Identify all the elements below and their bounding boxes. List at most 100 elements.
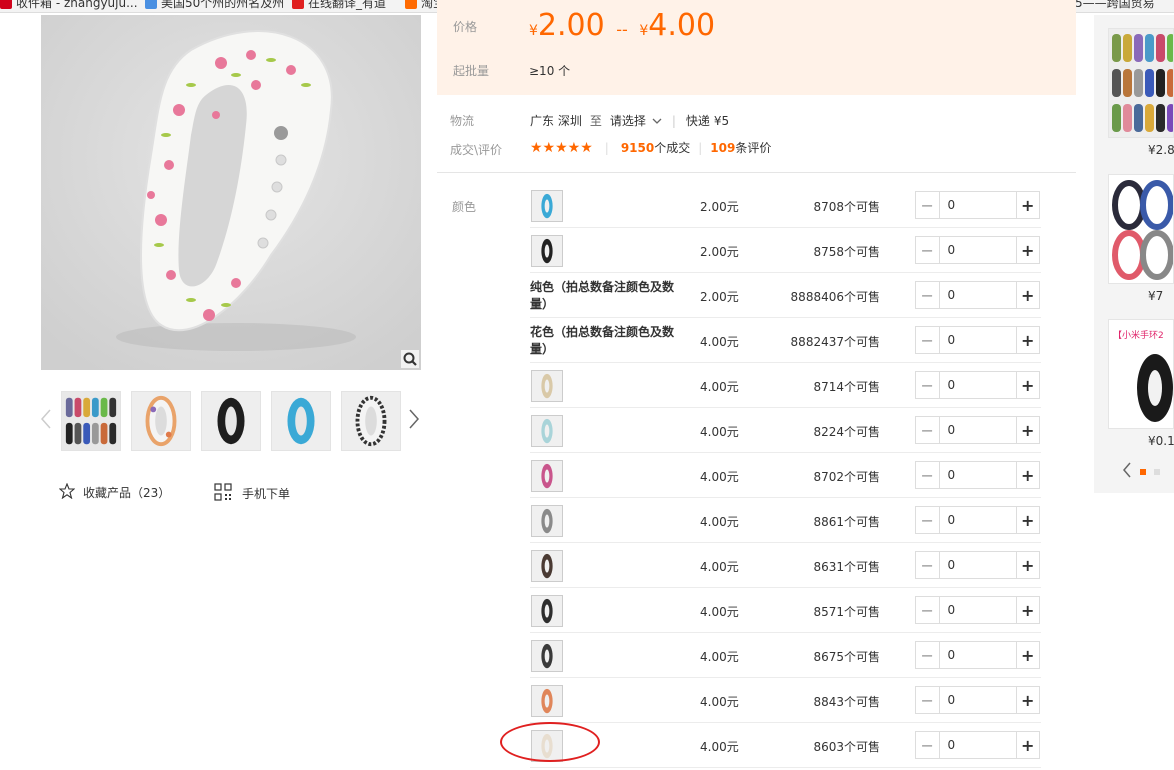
sku-stock: 8758个可售: [813, 245, 880, 259]
color-label: 颜色: [452, 200, 477, 214]
increase-quantity-button[interactable]: +: [1015, 462, 1039, 488]
increase-quantity-button[interactable]: +: [1015, 642, 1039, 668]
quantity-input[interactable]: [939, 732, 1016, 758]
thumbnail-1[interactable]: [61, 391, 121, 451]
increase-quantity-button[interactable]: +: [1015, 417, 1039, 443]
sku-stock: 8224个可售: [813, 425, 880, 439]
sku-thumbnail[interactable]: [531, 370, 563, 402]
sku-row: 4.00元8714个可售−+: [530, 363, 1041, 408]
quantity-input[interactable]: [939, 552, 1016, 578]
sku-stock: 8861个可售: [813, 515, 880, 529]
increase-quantity-button[interactable]: +: [1015, 507, 1039, 533]
sku-thumbnail[interactable]: [531, 685, 563, 717]
decrease-quantity-button[interactable]: −: [916, 237, 940, 263]
reviews-suffix: 条评价: [735, 141, 772, 155]
decrease-quantity-button[interactable]: −: [916, 597, 940, 623]
decrease-quantity-button[interactable]: −: [916, 507, 940, 533]
deals-count[interactable]: 9150: [621, 141, 654, 155]
thumbnail-2[interactable]: [131, 391, 191, 451]
sku-price: 2.00元: [700, 200, 739, 214]
decrease-quantity-button[interactable]: −: [916, 462, 940, 488]
quantity-input[interactable]: [939, 642, 1016, 668]
price-box: 价格 ¥2.00 -- ¥4.00 起批量 ≥10 个: [437, 0, 1076, 95]
sku-thumbnail[interactable]: [531, 235, 563, 267]
sku-thumbnail[interactable]: [531, 505, 563, 537]
decrease-quantity-button[interactable]: −: [916, 642, 940, 668]
zoom-icon[interactable]: [401, 350, 419, 368]
rec-item-1-image[interactable]: [1108, 28, 1174, 138]
quantity-input[interactable]: [939, 507, 1016, 533]
quantity-stepper: −+: [915, 371, 1040, 399]
sku-price: 4.00元: [700, 695, 739, 709]
decrease-quantity-button[interactable]: −: [916, 192, 940, 218]
sku-row: 4.00元8571个可售−+: [530, 588, 1041, 633]
reviews-count[interactable]: 109: [710, 141, 735, 155]
increase-quantity-button[interactable]: +: [1015, 282, 1039, 308]
quantity-stepper: −+: [915, 461, 1040, 489]
rec-item-2-image[interactable]: [1108, 174, 1174, 284]
increase-quantity-button[interactable]: +: [1015, 597, 1039, 623]
decrease-quantity-button[interactable]: −: [916, 552, 940, 578]
sku-price: 4.00元: [700, 650, 739, 664]
mobile-order-label: 手机下单: [242, 487, 291, 501]
sku-thumbnail[interactable]: [531, 550, 563, 582]
rec-item-2-price: ¥7: [1148, 289, 1164, 303]
sku-thumbnail[interactable]: [531, 190, 563, 222]
quantity-input[interactable]: [939, 372, 1016, 398]
thumb-prev-arrow-icon[interactable]: [40, 408, 52, 430]
increase-quantity-button[interactable]: +: [1015, 192, 1039, 218]
favorite-product-button[interactable]: 收藏产品（23）: [58, 482, 170, 502]
bookmark-item[interactable]: 美国50个州的州名及州: [145, 0, 284, 11]
decrease-quantity-button[interactable]: −: [916, 687, 940, 713]
rec-page-dot-active[interactable]: [1140, 468, 1146, 475]
sku-row: 4.00元8603个可售−+: [530, 723, 1041, 768]
main-product-image[interactable]: [41, 15, 421, 370]
thumbnail-3[interactable]: [201, 391, 261, 451]
increase-quantity-button[interactable]: +: [1015, 732, 1039, 758]
increase-quantity-button[interactable]: +: [1015, 687, 1039, 713]
sku-name: 花色（拍总数备注颜色及数量）: [530, 325, 675, 356]
review-label: 成交\评价: [450, 143, 503, 157]
rec-item-3-image[interactable]: 【小米手环2: [1108, 319, 1174, 429]
bookmark-favicon-icon: [145, 0, 157, 9]
sku-row: 4.00元8702个可售−+: [530, 453, 1041, 498]
quantity-input[interactable]: [939, 192, 1016, 218]
thumbnail-5[interactable]: [341, 391, 401, 451]
increase-quantity-button[interactable]: +: [1015, 552, 1039, 578]
rec-page-dot[interactable]: [1154, 468, 1160, 475]
decrease-quantity-button[interactable]: −: [916, 417, 940, 443]
sku-thumbnail[interactable]: [531, 640, 563, 672]
increase-quantity-button[interactable]: +: [1015, 372, 1039, 398]
sku-thumbnail[interactable]: [531, 460, 563, 492]
quantity-input[interactable]: [939, 687, 1016, 713]
decrease-quantity-button[interactable]: −: [916, 327, 940, 353]
quantity-input[interactable]: [939, 417, 1016, 443]
thumb-next-arrow-icon[interactable]: [408, 408, 420, 430]
rec-banner-text: 【小米手环2: [1113, 329, 1164, 341]
sku-thumbnail[interactable]: [531, 595, 563, 627]
quantity-input[interactable]: [939, 327, 1016, 353]
decrease-quantity-button[interactable]: −: [916, 372, 940, 398]
sku-thumbnail[interactable]: [531, 415, 563, 447]
quantity-stepper: −+: [915, 416, 1040, 444]
quantity-input[interactable]: [939, 597, 1016, 623]
destination-select[interactable]: 请选择: [610, 112, 662, 129]
sku-stock: 8675个可售: [813, 650, 880, 664]
price-label: 价格: [453, 20, 478, 34]
increase-quantity-button[interactable]: +: [1015, 237, 1039, 263]
quantity-input[interactable]: [939, 462, 1016, 488]
bookmark-item[interactable]: 收件箱 - zhangyuju...: [0, 0, 138, 11]
recommendation-panel: ¥2.8 ¥7 【小米手环2 ¥0.18: [1094, 15, 1174, 493]
quantity-stepper: −+: [915, 191, 1040, 219]
increase-quantity-button[interactable]: +: [1015, 327, 1039, 353]
quantity-input[interactable]: [939, 282, 1016, 308]
decrease-quantity-button[interactable]: −: [916, 282, 940, 308]
moq-value: ≥10 个: [529, 64, 571, 78]
thumbnail-4[interactable]: [271, 391, 331, 451]
price-min: 2.00: [537, 8, 605, 43]
mobile-order-button[interactable]: 手机下单: [214, 483, 290, 504]
rec-prev-arrow-icon[interactable]: [1122, 462, 1132, 481]
bookmark-item[interactable]: 在线翻译_有道: [292, 0, 386, 11]
decrease-quantity-button[interactable]: −: [916, 732, 940, 758]
quantity-input[interactable]: [939, 237, 1016, 263]
